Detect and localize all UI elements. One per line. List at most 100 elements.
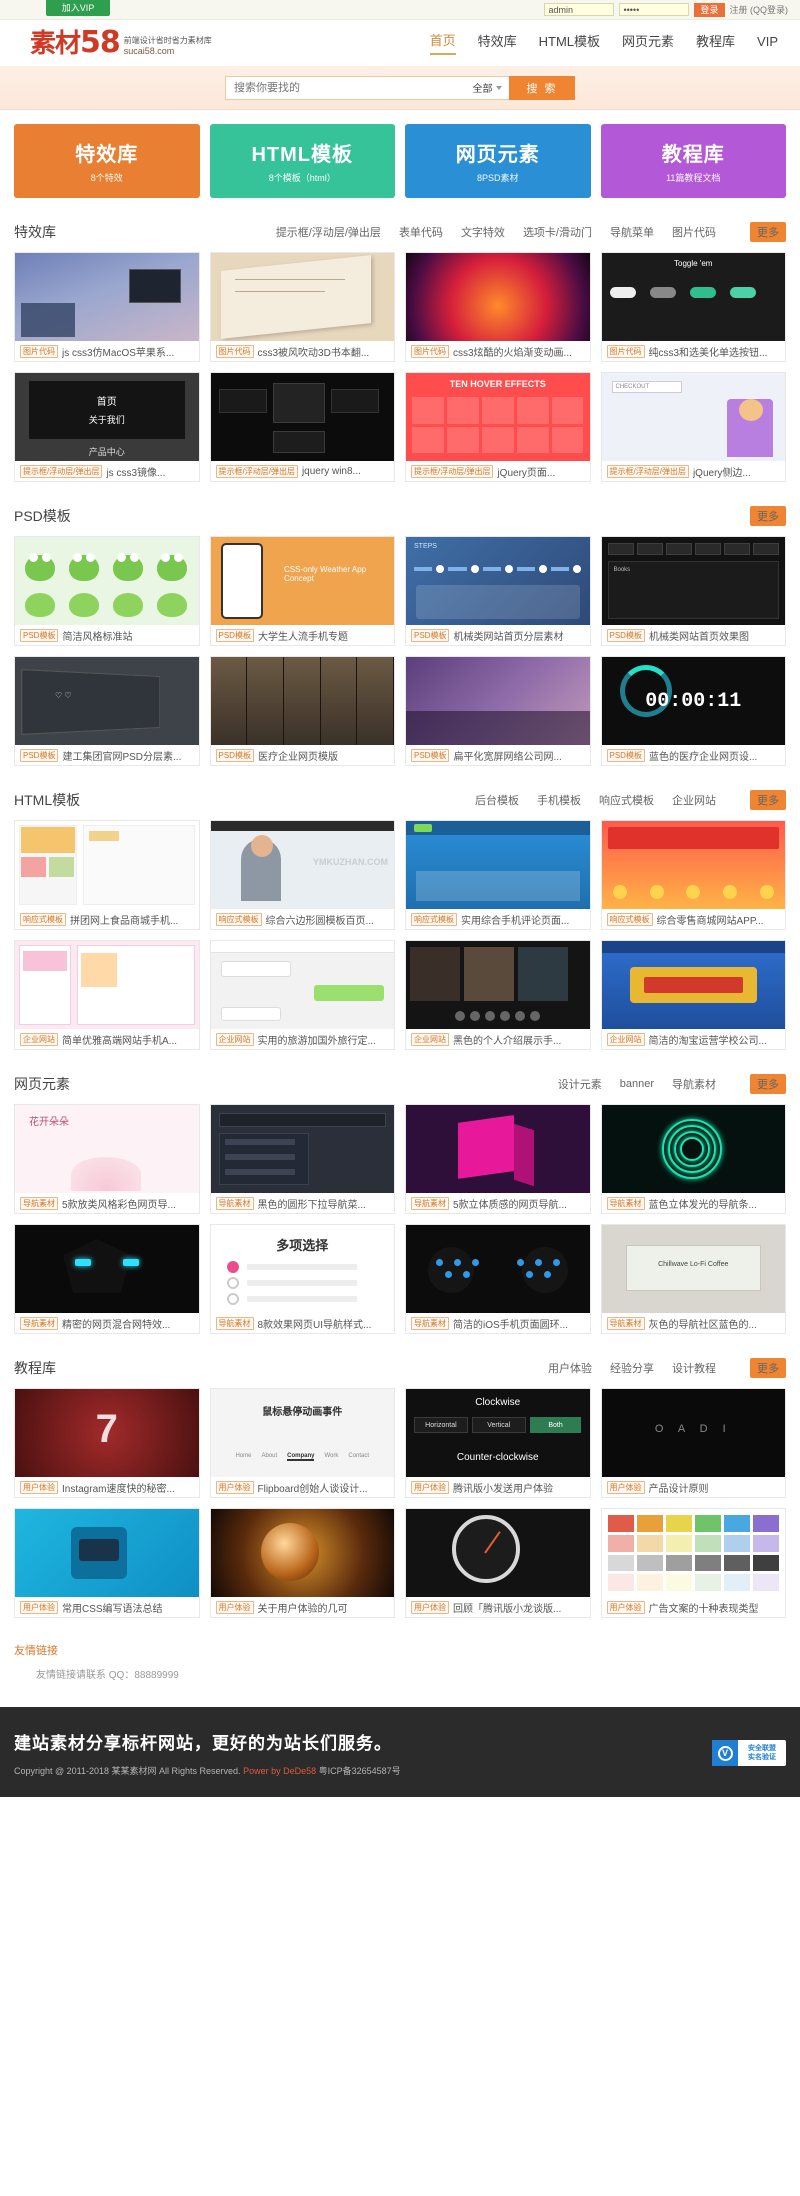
- section-link-0-1[interactable]: 表单代码: [399, 224, 443, 240]
- section-more-button[interactable]: 更多: [750, 1358, 786, 1378]
- card-tag[interactable]: 提示框/浮动层/弹出层: [411, 464, 494, 478]
- section-link-0-0[interactable]: 提示框/浮动层/弹出层: [276, 224, 381, 240]
- card-tag[interactable]: 提示框/浮动层/弹出层: [20, 464, 103, 478]
- card-item[interactable]: 企业网站 实用的旅游加国外旅行定...: [209, 940, 395, 1050]
- card-tag[interactable]: 企业网站: [411, 1032, 449, 1046]
- category-card-0[interactable]: 特效库 8个特效: [14, 124, 200, 198]
- card-title[interactable]: 简洁风格标准站: [62, 628, 132, 643]
- section-link-2-2[interactable]: 响应式模板: [599, 792, 654, 808]
- card-tag[interactable]: 图片代码: [215, 344, 254, 358]
- card-title[interactable]: 扁平化宽屏网络公司网...: [453, 748, 561, 763]
- card-title[interactable]: 黑色的个人介绍展示手...: [453, 1032, 561, 1047]
- card-item[interactable]: 提示框/浮动层/弹出层 jquery win8...: [209, 372, 395, 482]
- card-tag[interactable]: 导航素材: [606, 1196, 645, 1210]
- join-vip-badge[interactable]: 加入VIP: [46, 0, 110, 16]
- card-title[interactable]: 回顾「腾讯版小龙谈版...: [453, 1600, 561, 1615]
- card-title[interactable]: 5款立体质感的网页导航...: [453, 1196, 567, 1211]
- card-item[interactable]: 7 用户体验 Instagram速度快的秘密...: [14, 1388, 200, 1498]
- card-item[interactable]: 鼠标悬停动画事件 Home About Company Work Contact 用户体验 F…: [209, 1388, 395, 1498]
- nav-item-4[interactable]: 教程库: [696, 33, 735, 54]
- card-title[interactable]: 机械类网站首页效果图: [649, 628, 749, 643]
- card-tag[interactable]: 提示框/浮动层/弹出层: [215, 464, 298, 478]
- card-title[interactable]: 5款放类风格彩色网页导...: [62, 1196, 176, 1211]
- section-link-3-0[interactable]: 设计元素: [558, 1076, 602, 1092]
- card-title[interactable]: 蓝色的医疗企业网页设...: [649, 748, 757, 763]
- card-item[interactable]: 导航素材 黑色的圆形下拉导航菜...: [209, 1104, 395, 1214]
- card-tag[interactable]: 响应式模板: [20, 912, 66, 926]
- section-more-button[interactable]: 更多: [750, 790, 786, 810]
- card-tag[interactable]: 响应式模板: [215, 912, 262, 926]
- card-item[interactable]: 导航素材 蓝色立体发光的导航条...: [600, 1104, 786, 1214]
- card-tag[interactable]: PSD模板: [411, 748, 450, 762]
- card-title[interactable]: Flipboard创始人谈设计...: [258, 1480, 368, 1495]
- card-title[interactable]: jQuery侧边...: [693, 464, 751, 479]
- section-link-2-0[interactable]: 后台模板: [475, 792, 519, 808]
- card-title[interactable]: 实用的旅游加国外旅行定...: [258, 1032, 376, 1047]
- card-title[interactable]: 8款效果网页UI导航样式...: [258, 1316, 372, 1331]
- nav-item-2[interactable]: HTML模板: [539, 33, 600, 54]
- card-tag[interactable]: 用户体验: [20, 1480, 58, 1494]
- section-more-button[interactable]: 更多: [750, 222, 786, 242]
- card-tag[interactable]: 导航素材: [606, 1316, 645, 1330]
- card-item[interactable]: 企业网站 黑色的个人介绍展示手...: [405, 940, 591, 1050]
- category-card-3[interactable]: 教程库 11篇教程文档: [600, 124, 786, 198]
- card-tag[interactable]: 响应式模板: [606, 912, 653, 926]
- card-item[interactable]: Books PSD模板 机械类网站首页效果图: [600, 536, 786, 646]
- security-badge[interactable]: V 安全联盟 实名验证: [712, 1740, 786, 1766]
- card-tag[interactable]: PSD模板: [20, 748, 59, 762]
- card-tag[interactable]: 用户体验: [215, 1480, 254, 1494]
- card-item[interactable]: YMKUZHAN.COM 响应式模板 综合六边形圆模板百页...: [209, 820, 395, 930]
- section-link-3-2[interactable]: 导航素材: [672, 1076, 716, 1092]
- card-tag[interactable]: PSD模板: [215, 628, 254, 642]
- card-tag[interactable]: 图片代码: [411, 344, 449, 358]
- card-tag[interactable]: PSD模板: [411, 628, 450, 642]
- card-tag[interactable]: PSD模板: [606, 748, 645, 762]
- card-item[interactable]: 响应式模板 综合零售商城网站APP...: [600, 820, 786, 930]
- card-tag[interactable]: 导航素材: [411, 1316, 449, 1330]
- card-title[interactable]: 产品设计原则: [649, 1480, 709, 1495]
- card-title[interactable]: js css3镜像...: [106, 464, 165, 479]
- card-title[interactable]: 实用综合手机评论页面...: [461, 912, 569, 927]
- card-item[interactable]: CHECKOUT 提示框/浮动层/弹出层 jQuery侧边...: [600, 372, 786, 482]
- card-title[interactable]: js css3仿MacOS苹果系...: [62, 344, 174, 359]
- card-item[interactable]: 图片代码 css3被风吹动3D书本翻...: [209, 252, 395, 362]
- card-tag[interactable]: 提示框/浮动层/弹出层: [606, 464, 689, 478]
- nav-item-3[interactable]: 网页元素: [622, 33, 674, 54]
- card-item[interactable]: Chillwave Lo-Fi Coffee 导航素材 灰色的导航社区蓝色的...: [600, 1224, 786, 1334]
- card-title[interactable]: css3炫酷的火焰渐变动画...: [453, 344, 572, 359]
- card-title[interactable]: 医疗企业网页模版: [258, 748, 338, 763]
- card-tag[interactable]: 导航素材: [411, 1196, 449, 1210]
- section-more-button[interactable]: 更多: [750, 1074, 786, 1094]
- register-link[interactable]: 注册 (QQ登录): [730, 3, 789, 16]
- card-tag[interactable]: 用户体验: [215, 1600, 254, 1614]
- section-link-0-4[interactable]: 导航菜单: [610, 224, 654, 240]
- card-tag[interactable]: 导航素材: [20, 1316, 58, 1330]
- card-title[interactable]: 综合六边形圆模板百页...: [266, 912, 374, 927]
- section-more-button[interactable]: 更多: [750, 506, 786, 526]
- card-item[interactable]: 企业网站 简洁的淘宝运营学校公司...: [600, 940, 786, 1050]
- card-title[interactable]: jquery win8...: [302, 466, 361, 477]
- card-title[interactable]: 灰色的导航社区蓝色的...: [649, 1316, 757, 1331]
- nav-item-0[interactable]: 首页: [429, 32, 456, 55]
- section-link-3-1[interactable]: banner: [620, 1078, 654, 1090]
- card-item[interactable]: 图片代码 css3炫酷的火焰渐变动画...: [405, 252, 591, 362]
- card-tag[interactable]: 企业网站: [20, 1032, 58, 1046]
- card-item[interactable]: 用户体验 回顾「腾讯版小龙谈版...: [405, 1508, 591, 1618]
- search-scope-select[interactable]: 全部: [465, 75, 509, 100]
- card-item[interactable]: 首页 关于我们 产品中心 提示框/浮动层/弹出层 js css3镜像...: [14, 372, 200, 482]
- card-item[interactable]: 00:00:11 PSD模板 蓝色的医疗企业网页设...: [600, 656, 786, 766]
- card-tag[interactable]: PSD模板: [215, 748, 254, 762]
- search-input[interactable]: [225, 75, 465, 100]
- card-tag[interactable]: 用户体验: [411, 1480, 449, 1494]
- section-link-2-1[interactable]: 手机模板: [537, 792, 581, 808]
- card-tag[interactable]: PSD模板: [20, 628, 59, 642]
- username-input[interactable]: [544, 3, 615, 16]
- card-title[interactable]: 常用CSS编写语法总结: [62, 1600, 163, 1615]
- card-tag[interactable]: 用户体验: [20, 1600, 58, 1614]
- password-input[interactable]: [619, 3, 690, 16]
- card-item[interactable]: 导航素材 5款立体质感的网页导航...: [405, 1104, 591, 1214]
- card-title[interactable]: jQuery页面...: [497, 464, 555, 479]
- card-item[interactable]: ♡ ♡ PSD模板 建工集团官网PSD分层素...: [14, 656, 200, 766]
- section-link-0-3[interactable]: 选项卡/滑动门: [523, 224, 592, 240]
- card-title[interactable]: 建工集团官网PSD分层素...: [62, 748, 181, 763]
